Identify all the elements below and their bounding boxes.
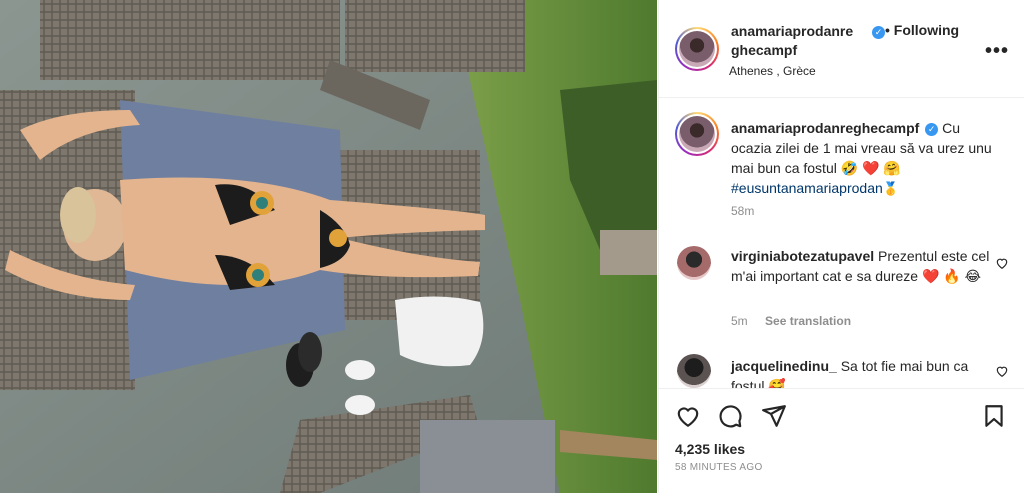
comment-meta: 5m See translation (731, 314, 851, 328)
comment-like-heart-icon[interactable] (995, 364, 1009, 378)
author-avatar[interactable] (675, 27, 719, 71)
paper-plane-icon[interactable] (761, 403, 787, 429)
see-translation-link[interactable]: See translation (765, 314, 851, 328)
heart-icon[interactable] (675, 403, 701, 429)
caption-timestamp[interactable]: 58m (731, 204, 754, 218)
post-sidebar: anamariaprodanre ghecampf ✓ • Following … (658, 0, 1024, 493)
post-location[interactable]: Athenes , Grèce (729, 64, 816, 78)
bookmark-icon[interactable] (981, 403, 1007, 429)
more-horizontal-icon[interactable]: ••• (985, 40, 1009, 63)
comment-author[interactable]: virginiabotezatupavel (731, 248, 874, 264)
post-time-ago[interactable]: 58 MINUTES AGO (675, 462, 763, 473)
post-photo[interactable] (0, 0, 657, 493)
caption-author-avatar[interactable] (675, 112, 719, 156)
photo-illustration (0, 0, 657, 493)
commenter-avatar[interactable] (677, 246, 711, 280)
comment-text-block: virginiabotezatupavel Prezentul este cel… (731, 246, 991, 286)
hashtag-emoji: 🥇 (882, 182, 899, 197)
caption-text-block: anamariaprodanreghecampf ✓ Cu ocazia zil… (731, 118, 1003, 200)
caption-author-username[interactable]: anamariaprodanreghecampf (731, 120, 919, 136)
comment-like-heart-icon[interactable] (995, 256, 1009, 270)
verified-badge-icon: ✓ (872, 26, 885, 39)
author-username[interactable]: anamariaprodanre ghecampf (731, 22, 881, 60)
caption-hashtag[interactable]: #eusuntanamariaprodan (731, 180, 883, 196)
likes-count[interactable]: 4,235 likes (675, 441, 745, 457)
follow-status-button[interactable]: • Following (885, 22, 959, 38)
post-header: anamariaprodanre ghecampf ✓ • Following … (659, 0, 1024, 98)
verified-badge-icon: ✓ (925, 122, 939, 136)
comment-icon[interactable] (717, 403, 743, 429)
commenter-avatar[interactable] (677, 354, 711, 388)
comment-timestamp[interactable]: 5m (731, 314, 748, 328)
comment-author[interactable]: jacquelinedinu_ (731, 358, 837, 374)
post-actions: 4,235 likes 58 MINUTES AGO (659, 388, 1024, 493)
